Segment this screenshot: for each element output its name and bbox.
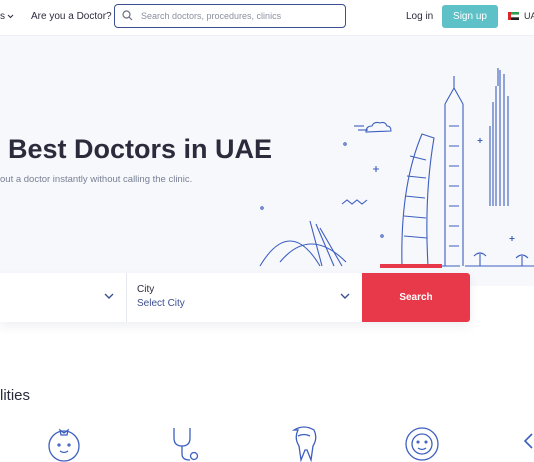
- uae-flag-icon: [508, 12, 519, 20]
- chevron-down-icon: [7, 14, 14, 19]
- search-icon: [122, 10, 133, 21]
- baby-icon[interactable]: [46, 424, 82, 462]
- chevron-down-icon: [104, 293, 114, 299]
- stethoscope-icon[interactable]: [166, 424, 202, 462]
- login-link[interactable]: Log in: [406, 11, 433, 22]
- nav-menu-label: s: [0, 11, 5, 22]
- tooth-icon[interactable]: [286, 424, 322, 462]
- top-header: s Are you a Doctor? Log in Sign up UA: [0, 0, 534, 36]
- city-label: City: [137, 284, 155, 295]
- are-you-doctor-label: Are you a Doctor?: [31, 11, 112, 22]
- are-you-doctor-menu[interactable]: Are you a Doctor?: [31, 11, 112, 22]
- search-button[interactable]: Search: [362, 273, 470, 322]
- hero-title: Best Doctors in UAE: [8, 134, 273, 164]
- signup-button[interactable]: Sign up: [442, 5, 498, 28]
- uae-skyline-illustration: [259, 68, 534, 268]
- specialties-title: lities: [0, 387, 31, 404]
- specialty-select[interactable]: [0, 273, 127, 322]
- nav-menu-partial[interactable]: s: [0, 11, 14, 22]
- header-search[interactable]: [114, 4, 346, 28]
- face-icon[interactable]: [404, 424, 440, 462]
- city-value: Select City: [137, 298, 185, 309]
- chevron-down-icon: [340, 293, 350, 299]
- hero-subtitle: out a doctor instantly without calling t…: [0, 174, 193, 185]
- language-selector[interactable]: UA: [524, 11, 534, 21]
- chevron-left-icon[interactable]: [522, 432, 534, 450]
- search-input[interactable]: [139, 7, 343, 25]
